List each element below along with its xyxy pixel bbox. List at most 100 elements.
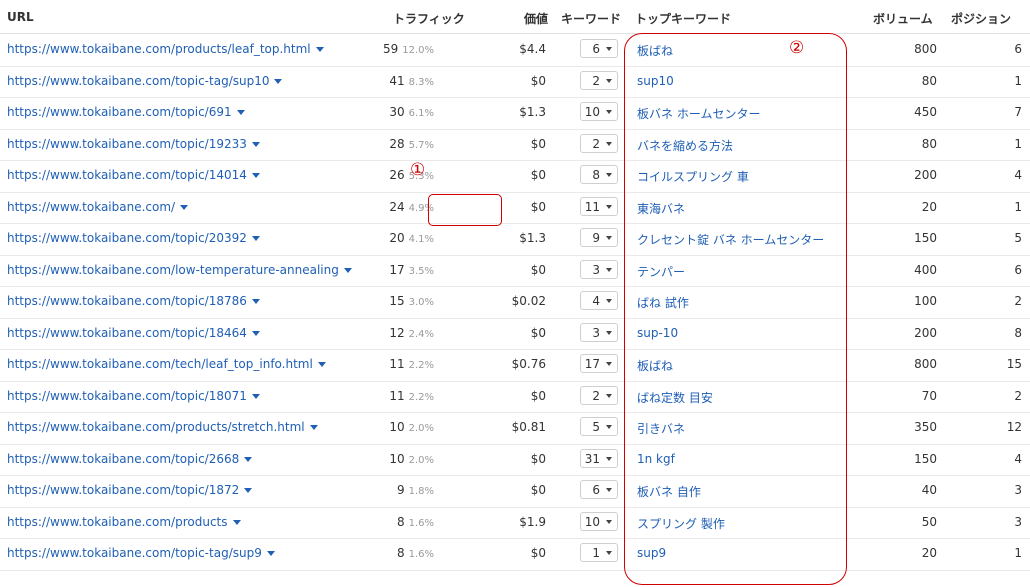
traffic-value: 24 [389, 199, 405, 214]
traffic-cell: 17 3.5% [389, 263, 434, 277]
url-link[interactable]: https://www.tokaibane.com/topic-tag/sup1… [7, 74, 283, 88]
url-link[interactable]: https://www.tokaibane.com/topic/14014 [7, 168, 260, 182]
caret-down-icon[interactable] [251, 393, 260, 399]
url-link[interactable]: https://www.tokaibane.com/topic/18786 [7, 294, 260, 308]
url-link[interactable]: https://www.tokaibane.com/topic/19233 [7, 137, 260, 151]
caret-down-icon[interactable] [236, 110, 245, 115]
keywords-dropdown[interactable]: 10 [580, 102, 618, 121]
dropdown-arrow-icon [606, 236, 612, 240]
traffic-percent: 1.6% [408, 549, 434, 560]
url-link[interactable]: https://www.tokaibane.com/products/stret… [7, 420, 318, 434]
keywords-dropdown[interactable]: 4 [580, 291, 618, 310]
caret-down-icon[interactable] [244, 488, 253, 493]
position-cell: 7 [1014, 105, 1022, 119]
url-link[interactable]: https://www.tokaibane.com/topic/2668 [7, 452, 253, 466]
col-keywords[interactable]: キーワード [561, 10, 621, 27]
caret-down-icon[interactable] [317, 362, 326, 367]
url-text[interactable]: https://www.tokaibane.com/topic/18786 [7, 294, 247, 308]
url-link[interactable]: https://www.tokaibane.com/products/leaf_… [7, 42, 324, 56]
col-value[interactable]: 価値 [524, 10, 548, 27]
col-position[interactable]: ポジション [951, 10, 1011, 27]
table-row: https://www.tokaibane.com/products/stret… [0, 412, 1030, 445]
url-link[interactable]: https://www.tokaibane.com/low-temperatur… [7, 263, 352, 277]
value-cell: $0 [530, 325, 546, 340]
table-row: https://www.tokaibane.com/topic/1872 9 1.8… [0, 475, 1030, 508]
url-link[interactable]: https://www.tokaibane.com/ [7, 200, 189, 214]
traffic-percent: 2.2% [408, 360, 434, 371]
url-text[interactable]: https://www.tokaibane.com/low-temperatur… [7, 263, 339, 277]
keywords-dropdown[interactable]: 3 [580, 259, 618, 279]
caret-down-icon[interactable] [251, 236, 260, 241]
col-volume[interactable]: ボリューム [873, 10, 933, 27]
url-text[interactable]: https://www.tokaibane.com/products/stret… [7, 420, 305, 434]
caret-down-icon[interactable] [251, 141, 260, 147]
url-link[interactable]: https://www.tokaibane.com/products [7, 515, 241, 529]
caret-down-icon[interactable] [251, 299, 260, 304]
url-text[interactable]: https://www.tokaibane.com/products [7, 515, 228, 529]
url-link[interactable]: https://www.tokaibane.com/topic/1872 [7, 483, 253, 497]
keywords-dropdown[interactable]: 11 [580, 196, 618, 216]
url-link[interactable]: https://www.tokaibane.com/topic/18464 [7, 326, 260, 340]
keywords-count: 17 [584, 357, 600, 371]
keywords-dropdown[interactable]: 3 [580, 322, 618, 342]
keywords-dropdown[interactable]: 2 [580, 70, 618, 90]
value-cell: $0.02 [511, 294, 546, 308]
keywords-dropdown[interactable]: 2 [580, 385, 618, 405]
position-cell: 1 [1014, 136, 1022, 151]
col-traffic[interactable]: トラフィック [393, 10, 465, 27]
keywords-dropdown[interactable]: 1 [580, 543, 618, 562]
caret-down-icon[interactable] [274, 78, 283, 84]
traffic-value: 20 [389, 231, 405, 245]
caret-down-icon[interactable] [244, 456, 253, 462]
keywords-dropdown[interactable]: 5 [580, 417, 618, 436]
url-text[interactable]: https://www.tokaibane.com/ [7, 200, 175, 214]
url-text[interactable]: https://www.tokaibane.com/topic/18464 [7, 326, 247, 340]
caret-down-icon[interactable] [343, 267, 352, 273]
url-text[interactable]: https://www.tokaibane.com/topic/691 [7, 105, 232, 119]
caret-down-icon[interactable] [266, 551, 275, 556]
keywords-dropdown[interactable]: 17 [580, 354, 618, 373]
table-row: https://www.tokaibane.com/topic/18786 15 3… [0, 286, 1030, 319]
keywords-count: 6 [592, 483, 600, 497]
url-text[interactable]: https://www.tokaibane.com/topic/18071 [7, 389, 247, 403]
table-row: https://www.tokaibane.com/topic/20392 20 4… [0, 223, 1030, 256]
url-text[interactable]: https://www.tokaibane.com/topic-tag/sup9 [7, 546, 262, 560]
value-cell: $1.9 [519, 514, 546, 529]
url-text[interactable]: https://www.tokaibane.com/products/leaf_… [7, 42, 311, 56]
url-text[interactable]: https://www.tokaibane.com/topic/20392 [7, 231, 247, 245]
keywords-dropdown[interactable]: 10 [580, 511, 618, 531]
caret-down-icon[interactable] [315, 47, 324, 52]
keywords-dropdown[interactable]: 31 [580, 448, 618, 468]
url-text[interactable]: https://www.tokaibane.com/topic/14014 [7, 168, 247, 182]
caret-down-icon[interactable] [180, 204, 189, 210]
dropdown-arrow-icon [606, 488, 612, 492]
url-text[interactable]: https://www.tokaibane.com/topic/1872 [7, 483, 239, 497]
caret-down-icon[interactable] [309, 425, 318, 430]
keywords-dropdown[interactable]: 6 [580, 480, 618, 499]
keywords-dropdown[interactable]: 9 [580, 228, 618, 247]
dropdown-arrow-icon [606, 330, 612, 335]
url-link[interactable]: https://www.tokaibane.com/topic-tag/sup9 [7, 546, 275, 560]
dropdown-arrow-icon [606, 551, 612, 555]
col-top-keyword[interactable]: トップキーワード [635, 10, 731, 27]
dropdown-arrow-icon [606, 456, 612, 461]
traffic-cell: 59 12.0% [383, 42, 434, 56]
url-text[interactable]: https://www.tokaibane.com/tech/leaf_top_… [7, 357, 313, 371]
keywords-dropdown[interactable]: 8 [580, 165, 618, 184]
url-text[interactable]: https://www.tokaibane.com/topic/19233 [7, 137, 247, 151]
url-text[interactable]: https://www.tokaibane.com/topic/2668 [7, 452, 239, 466]
caret-down-icon[interactable] [232, 519, 241, 525]
url-link[interactable]: https://www.tokaibane.com/tech/leaf_top_… [7, 357, 326, 371]
col-url[interactable]: URL [7, 10, 34, 24]
keywords-dropdown[interactable]: 6 [580, 39, 618, 58]
url-link[interactable]: https://www.tokaibane.com/topic/20392 [7, 231, 260, 245]
url-link[interactable]: https://www.tokaibane.com/topic/18071 [7, 389, 260, 403]
caret-down-icon[interactable] [251, 330, 260, 336]
keywords-count: 4 [592, 294, 600, 308]
caret-down-icon[interactable] [251, 173, 260, 178]
url-link[interactable]: https://www.tokaibane.com/topic/691 [7, 105, 245, 119]
url-text[interactable]: https://www.tokaibane.com/topic-tag/sup1… [7, 74, 269, 88]
keywords-dropdown[interactable]: 2 [580, 133, 618, 153]
table-row: https://www.tokaibane.com/topic/691 30 6.1… [0, 97, 1030, 130]
volume-cell: 150 [914, 231, 937, 245]
